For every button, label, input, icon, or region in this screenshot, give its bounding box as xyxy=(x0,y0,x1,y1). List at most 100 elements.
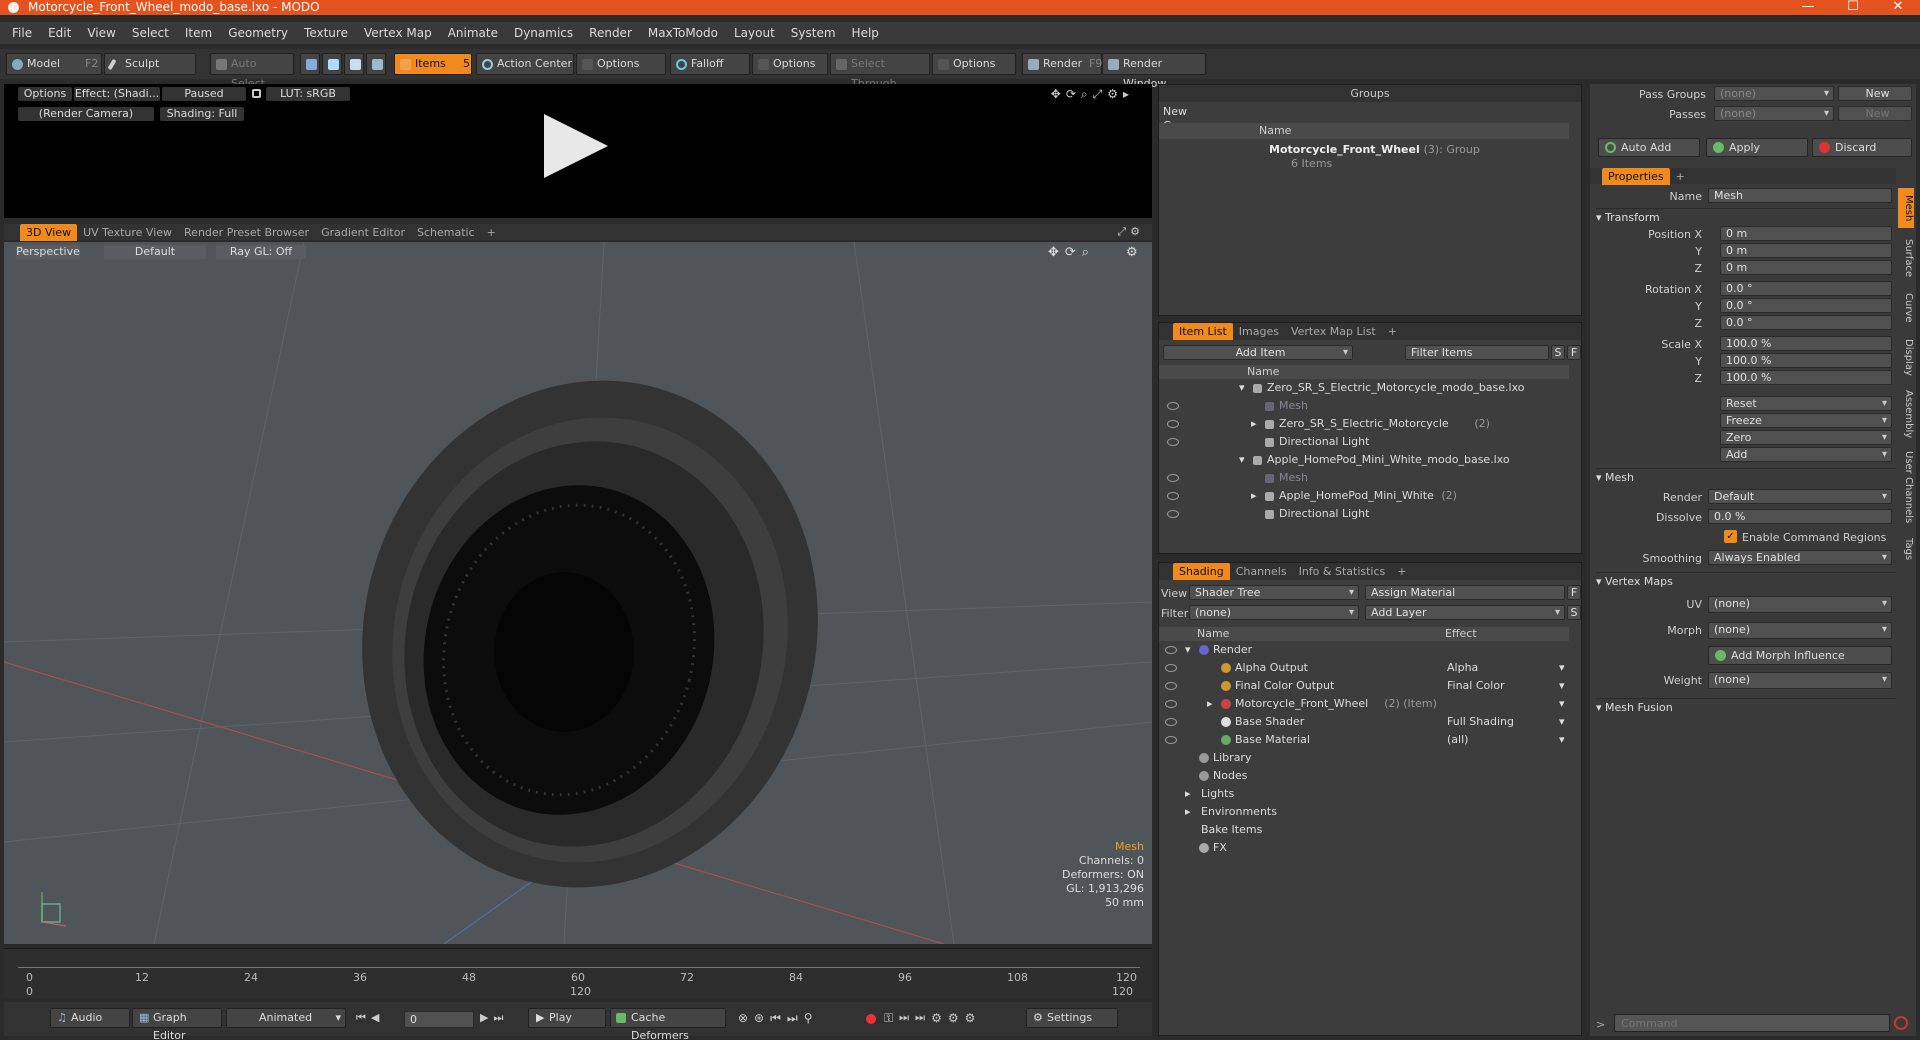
tab-images[interactable]: Images xyxy=(1233,323,1285,340)
menu-maxtomodo[interactable]: MaxToModo xyxy=(640,22,726,44)
graph-editor-button[interactable]: ▦ Graph Editor xyxy=(132,1008,222,1040)
visibility-eye-icon[interactable] xyxy=(1167,474,1179,482)
item-list-row[interactable]: Directional Light xyxy=(1159,505,1569,523)
uv-dropdown[interactable]: (none) xyxy=(1708,596,1892,613)
item-list-row[interactable]: ▸ Apple_HomePod_Mini_White (2) xyxy=(1159,487,1569,505)
layer-effect[interactable]: Alpha xyxy=(1447,659,1478,677)
add-tab-button[interactable]: + xyxy=(1382,323,1403,340)
add-morph-influence-button[interactable]: Add Morph Influence xyxy=(1708,646,1892,665)
menu-geometry[interactable]: Geometry xyxy=(220,22,296,44)
item-list-row[interactable]: Directional Light xyxy=(1159,433,1569,451)
shader-tree-row[interactable]: Nodes xyxy=(1159,767,1569,785)
menu-layout[interactable]: Layout xyxy=(726,22,783,44)
material-mode-button[interactable] xyxy=(366,53,386,75)
item-list-row[interactable]: Mesh xyxy=(1159,469,1569,487)
shader-tree-row[interactable]: Library xyxy=(1159,749,1569,767)
shader-tree-row[interactable]: Base Material (all) ▾ xyxy=(1159,731,1569,749)
perspective-dropdown[interactable]: Perspective xyxy=(16,245,80,259)
items-mode-button[interactable]: Items 5 xyxy=(394,53,472,75)
preview-paused-button[interactable]: Paused xyxy=(162,87,246,101)
mesh-section[interactable]: ▾ Mesh xyxy=(1596,468,1896,486)
passes-dropdown[interactable]: (none) xyxy=(1714,106,1834,121)
vertex-mode-button[interactable] xyxy=(300,53,320,75)
item-list-row[interactable]: ▾ Zero_SR_S_Electric_Motorcycle_modo_base… xyxy=(1159,379,1569,397)
rotation-z-field[interactable]: 0.0 ° xyxy=(1720,315,1892,330)
expand-arrow-icon[interactable]: ▸ xyxy=(1185,785,1191,803)
menu-file[interactable]: File xyxy=(4,22,40,44)
reset-dropdown[interactable]: Reset xyxy=(1720,396,1892,411)
visibility-eye-icon[interactable] xyxy=(1165,718,1177,726)
close-button[interactable]: ✕ xyxy=(1878,0,1918,15)
shading-style-dropdown[interactable]: Default xyxy=(104,245,206,259)
dissolve-field[interactable]: 0.0 % xyxy=(1708,509,1892,524)
filter-items-input[interactable]: Filter Items xyxy=(1405,345,1549,360)
new-group-button[interactable]: New Group xyxy=(1161,105,1221,132)
name-field[interactable]: Mesh xyxy=(1708,188,1892,203)
auto-add-button[interactable]: Auto Add xyxy=(1598,138,1700,157)
visibility-eye-icon[interactable] xyxy=(1165,700,1177,708)
layer-effect[interactable]: Final Color xyxy=(1447,677,1505,695)
render-button[interactable]: Render F9 xyxy=(1022,53,1102,75)
minimize-button[interactable]: — xyxy=(1788,0,1828,15)
chevron-down-icon[interactable]: ▾ xyxy=(1559,677,1565,695)
model-button[interactable]: Model F2 xyxy=(6,53,102,75)
shader-tree-row[interactable]: Base Shader Full Shading ▾ xyxy=(1159,713,1569,731)
play-button[interactable]: ▶ Play xyxy=(528,1008,606,1028)
morph-dropdown[interactable]: (none) xyxy=(1708,622,1892,639)
chevron-down-icon[interactable]: ▾ xyxy=(1559,713,1565,731)
add-item-dropdown[interactable]: Add Item xyxy=(1163,345,1353,360)
side-tab-assembly[interactable]: Assembly xyxy=(1898,386,1914,442)
item-list-s-button[interactable]: S xyxy=(1551,345,1565,360)
filter-dropdown[interactable]: (none) xyxy=(1189,605,1359,620)
chevron-down-icon[interactable]: ▾ xyxy=(1559,659,1565,677)
scale-x-field[interactable]: 100.0 % xyxy=(1720,336,1892,351)
expand-arrow-icon[interactable]: ▸ xyxy=(1207,695,1213,713)
vertex-maps-section[interactable]: ▾ Vertex Maps xyxy=(1596,572,1896,590)
visibility-eye-icon[interactable] xyxy=(1165,682,1177,690)
tab-channels[interactable]: Channels xyxy=(1230,563,1293,580)
menu-item[interactable]: Item xyxy=(177,22,220,44)
menu-texture[interactable]: Texture xyxy=(296,22,356,44)
lut-dropdown[interactable]: LUT: sRGB xyxy=(266,87,350,101)
add-layer-dropdown[interactable]: Add Layer xyxy=(1365,605,1565,620)
pass-groups-dropdown[interactable]: (none) xyxy=(1714,86,1834,101)
animated-dropdown[interactable]: Animated ▾ xyxy=(226,1008,346,1028)
tab-item-list[interactable]: Item List xyxy=(1173,323,1233,340)
transform-section[interactable]: ▾ Transform xyxy=(1596,208,1896,226)
expand-arrow-icon[interactable]: ▸ xyxy=(1251,415,1257,433)
group-row[interactable]: Motorcycle_Front_Wheel (3): Group xyxy=(1269,143,1480,156)
expand-arrow-icon[interactable]: ▸ xyxy=(1251,487,1257,505)
item-list-f-button[interactable]: F xyxy=(1567,345,1581,360)
render-dropdown[interactable]: Default xyxy=(1708,489,1892,504)
tab-render-preset-browser[interactable]: Render Preset Browser xyxy=(178,224,315,241)
shading-dropdown[interactable]: Shading: Full xyxy=(160,107,244,121)
scale-z-field[interactable]: 100.0 % xyxy=(1720,370,1892,385)
shader-tree-row[interactable]: Bake Items xyxy=(1159,821,1569,839)
falloff-button[interactable]: Falloff xyxy=(670,53,750,75)
record-icon[interactable] xyxy=(866,1014,876,1024)
new-pass-group-button[interactable]: New xyxy=(1838,86,1912,101)
shader-tree-row[interactable]: ▸ Motorcycle_Front_Wheel (2) (Item) ▾ xyxy=(1159,695,1569,713)
viewport-nav-icons[interactable]: ✥⟳⌕ xyxy=(1048,245,1095,260)
action-center-options-button[interactable]: Options xyxy=(576,53,666,75)
select-through-button[interactable]: Select Through xyxy=(830,53,930,90)
weight-dropdown[interactable]: (none) xyxy=(1708,672,1892,689)
zero-dropdown[interactable]: Zero xyxy=(1720,430,1892,445)
wheel-model[interactable] xyxy=(309,332,871,936)
visibility-eye-icon[interactable] xyxy=(1167,492,1179,500)
polygon-mode-button[interactable] xyxy=(344,53,364,75)
freeze-dropdown[interactable]: Freeze xyxy=(1720,413,1892,428)
audio-button[interactable]: ♫ Audio xyxy=(50,1008,130,1028)
visibility-eye-icon[interactable] xyxy=(1167,420,1179,428)
menu-system[interactable]: System xyxy=(783,22,844,44)
position-y-field[interactable]: 0 m xyxy=(1720,243,1892,258)
side-tab-display[interactable]: Display xyxy=(1898,332,1914,382)
assign-material-button[interactable]: Assign Material xyxy=(1365,585,1565,600)
preview-options-button[interactable]: Options xyxy=(18,87,72,101)
tab-uv-texture-view[interactable]: UV Texture View xyxy=(77,224,178,241)
add-tab-button[interactable]: + xyxy=(481,224,502,241)
tab-vertex-map-list[interactable]: Vertex Map List xyxy=(1285,323,1382,340)
play-preview-icon[interactable] xyxy=(544,114,608,178)
side-tab-tags[interactable]: Tags xyxy=(1898,532,1914,566)
rotation-y-field[interactable]: 0.0 ° xyxy=(1720,298,1892,313)
